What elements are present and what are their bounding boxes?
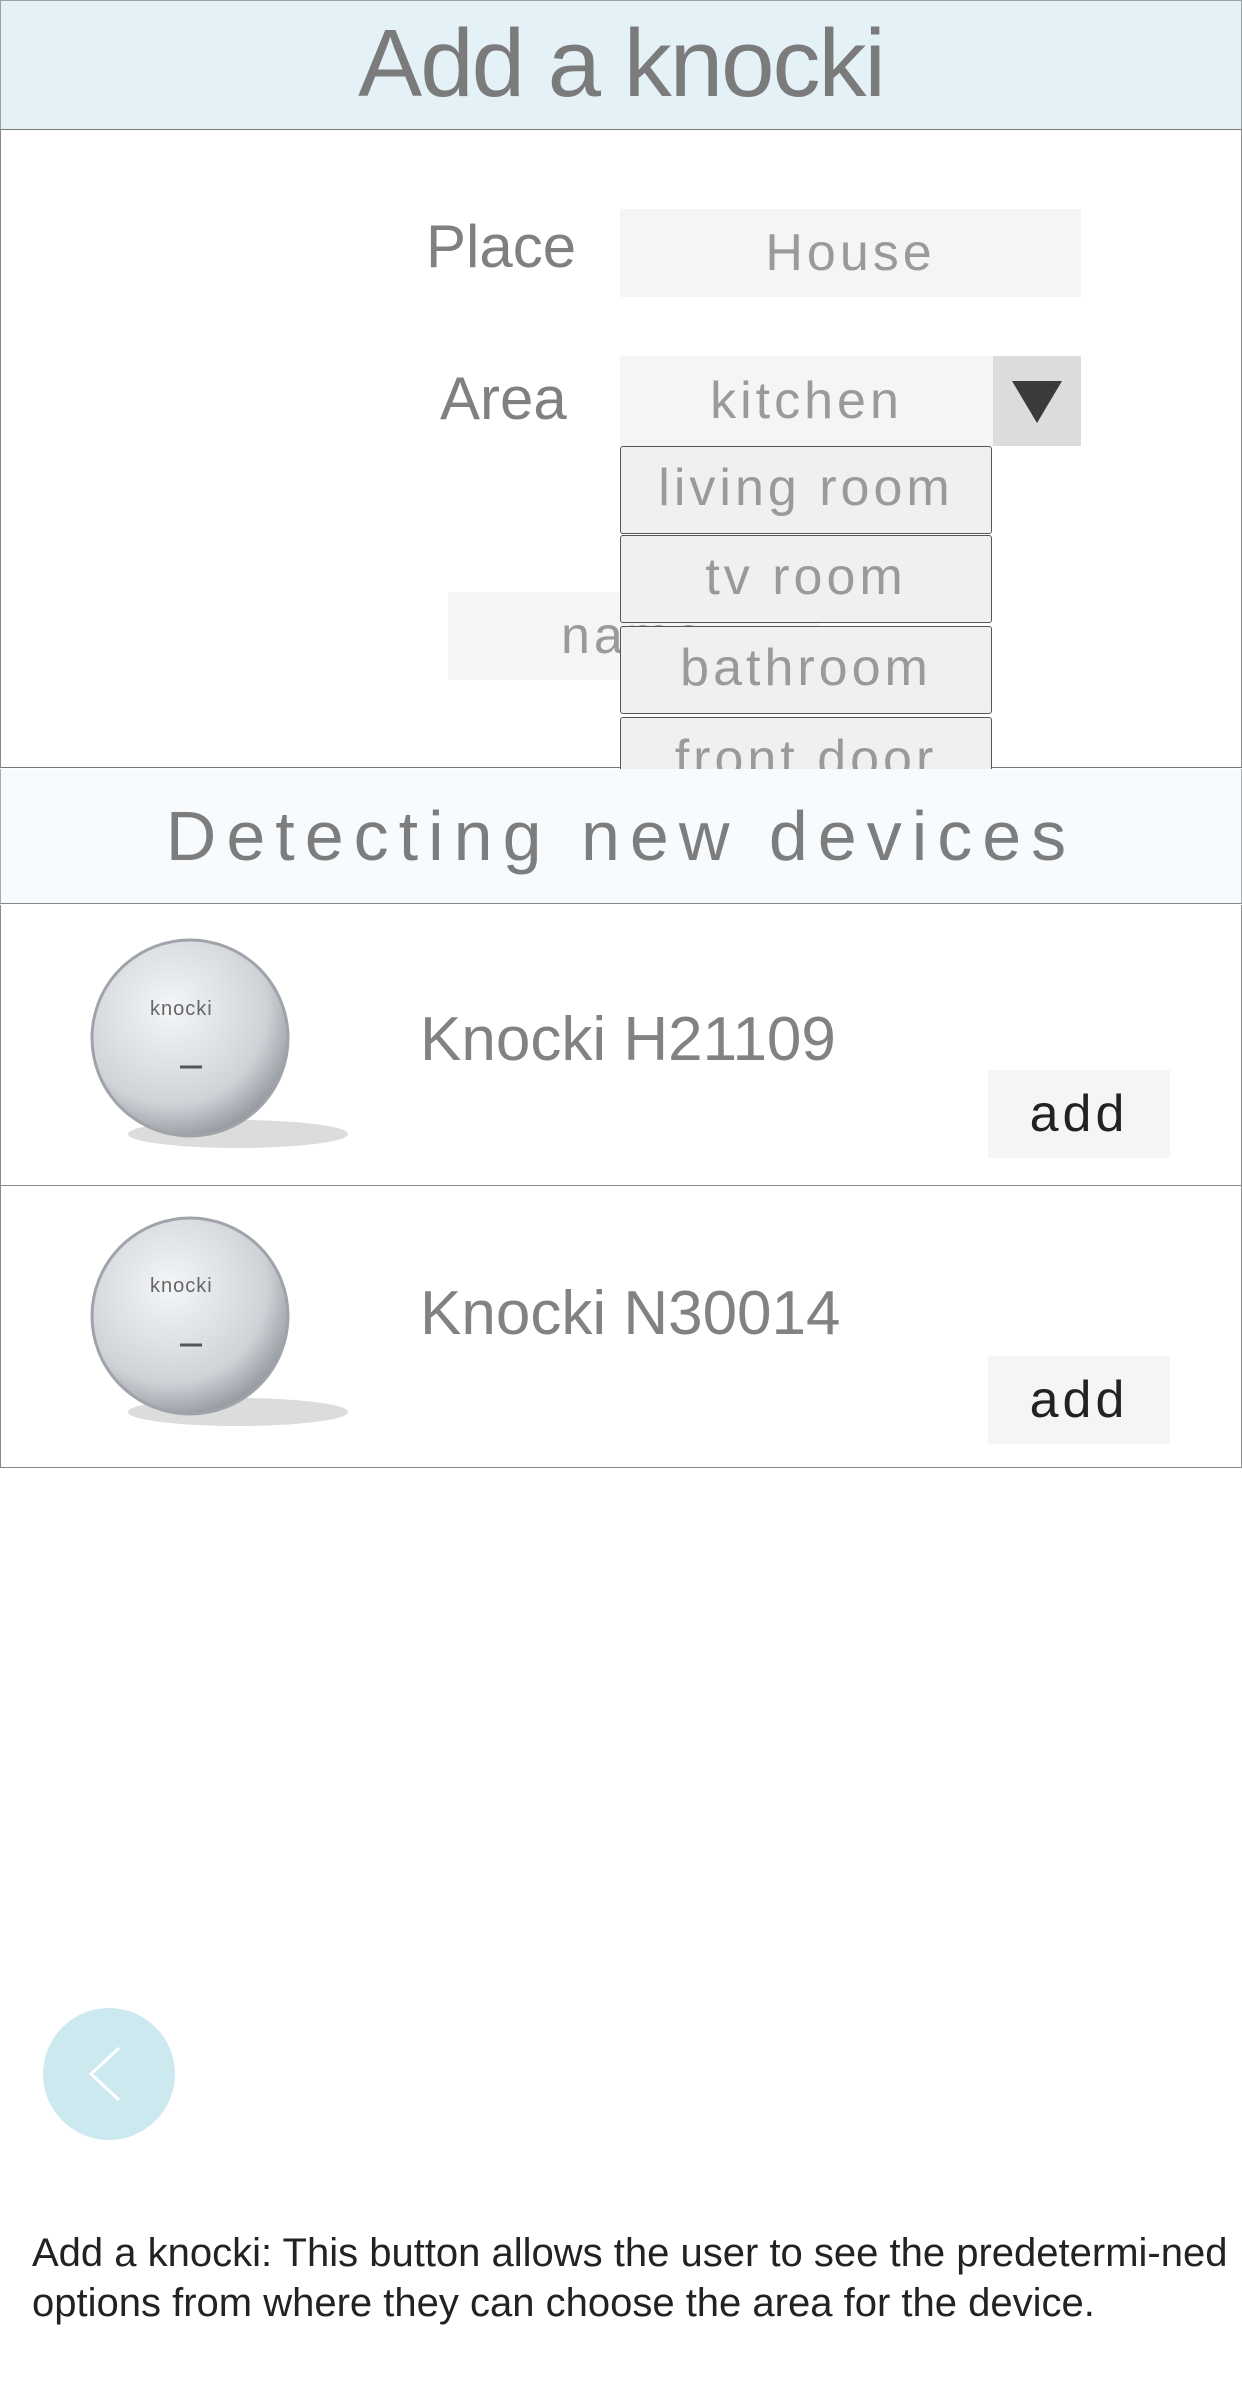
device-name: Knocki N30014 <box>420 1279 841 1348</box>
place-field[interactable]: House <box>620 209 1081 297</box>
back-button[interactable] <box>43 2008 175 2140</box>
add-device-button[interactable]: add <box>988 1356 1170 1444</box>
detecting-title: Detecting new devices <box>165 797 1077 875</box>
area-option-living-room[interactable]: living room <box>620 446 992 534</box>
page-title: Add a knocki <box>358 10 886 117</box>
knocki-device-icon <box>88 936 348 1158</box>
add-device-button[interactable]: add <box>988 1070 1170 1158</box>
place-label: Place <box>426 213 577 280</box>
knocki-device-icon <box>88 1214 348 1436</box>
area-dropdown-toggle[interactable] <box>993 356 1081 446</box>
device-name: Knocki H21109 <box>420 1005 836 1074</box>
caption-text: Add a knocki: This button allows the use… <box>32 2231 1228 2325</box>
chevron-left-icon <box>88 2046 121 2102</box>
knocki-device-logo: knocki <box>150 1275 213 1297</box>
area-label: Area <box>440 365 567 432</box>
triangle-down-icon <box>1012 381 1062 423</box>
area-select[interactable]: kitchen <box>620 356 993 446</box>
area-option-tv-room[interactable]: tv room <box>620 535 992 623</box>
knocki-device-logo: knocki <box>150 998 213 1020</box>
area-option-bathroom[interactable]: bathroom <box>620 626 992 714</box>
